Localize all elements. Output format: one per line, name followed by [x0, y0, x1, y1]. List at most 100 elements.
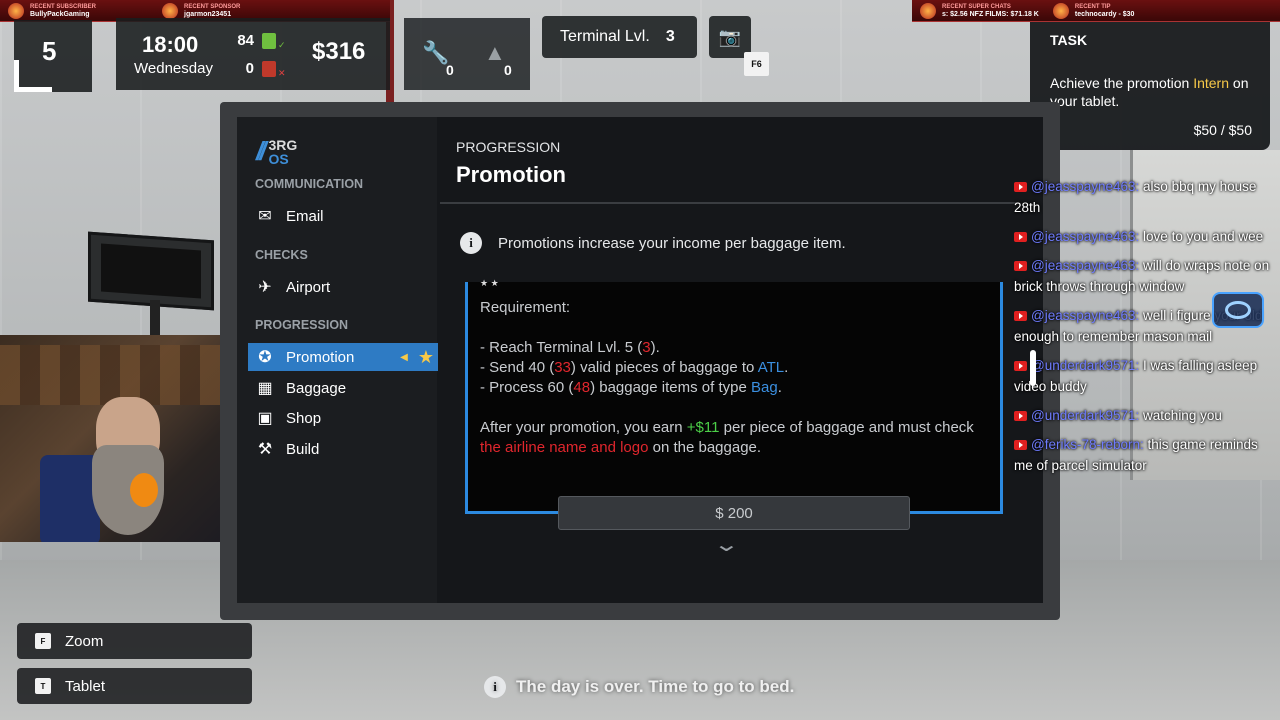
chat-message: @jeasspayne463: also bbq my house 28th — [1014, 179, 1257, 215]
os-logo: // 3RG OS — [256, 136, 297, 167]
sidebar-item-email[interactable]: ✉ Email — [248, 202, 438, 230]
microphone — [130, 473, 158, 507]
youtube-icon — [1014, 311, 1027, 322]
terminal-level-panel: Terminal Lvl. 3 — [542, 16, 697, 58]
section-checks: CHECKS — [255, 248, 308, 262]
sidebar-item-label: Build — [286, 440, 320, 458]
requirement-label: Requirement: — [480, 299, 571, 316]
content-divider — [440, 202, 1016, 204]
cross-icon: ✕ — [278, 68, 286, 78]
promotion-card[interactable]: ★ ★ Requirement: - Reach Terminal Lvl. 5… — [465, 278, 1003, 514]
tree-icon: ▲ — [484, 40, 506, 65]
wrench-count: 0 — [446, 62, 454, 78]
builder-icon: ⚒ — [257, 441, 273, 458]
rank-stars: ★ ★ — [480, 278, 499, 288]
recent-super-chats-label: RECENT SUPER CHATS — [942, 3, 1011, 10]
requirement-process: - Process 60 (48) baggage items of type … — [480, 379, 782, 396]
tablet-label: Tablet — [65, 677, 106, 695]
recent-super-chats: s: $2.56 NFZ FILMS: $71.18 K — [942, 10, 1039, 18]
sidebar-item-airport[interactable]: ✈ Airport — [248, 273, 438, 301]
youtube-icon — [1014, 411, 1027, 422]
chat-message: @jeasspayne463: will do wraps note on br… — [1014, 258, 1270, 294]
clock-panel: 18:00 Wednesday 84 ✓ 0 ✕ $316 — [116, 18, 390, 90]
airplane-icon: ✈ — [258, 279, 272, 296]
youtube-icon — [1014, 182, 1027, 193]
tools-panel: 🔧 0 ▲ 0 — [404, 18, 530, 90]
money-balance: $316 — [312, 38, 366, 65]
suitcase-icon: ▦ — [257, 380, 273, 397]
subscriber-icon — [8, 2, 24, 19]
section-progression: PROGRESSION — [255, 318, 349, 332]
info-icon: i — [484, 676, 506, 698]
clock-time: 18:00 — [142, 32, 199, 57]
page-subtitle: PROGRESSION — [456, 139, 561, 155]
info-banner: i Promotions increase your income per ba… — [460, 232, 846, 254]
recent-tip: technocardy - $30 — [1074, 10, 1135, 18]
zoom-key: F — [35, 633, 51, 649]
luggage-ok-icon — [262, 32, 276, 49]
youtube-icon — [1014, 232, 1027, 243]
recent-subscriber: BullyPackGaming — [30, 10, 90, 18]
sidebar-item-promotion[interactable]: ✪ Promotion ◀ ★ — [248, 343, 438, 371]
logo-top-text: 3RG — [268, 136, 298, 153]
luggage-bad-icon — [262, 60, 276, 77]
terminal-level-label: Terminal Lvl. — [560, 28, 650, 45]
tree-count: 0 — [504, 62, 512, 78]
stream-chat: @jeasspayne463: also bbq my house 28th @… — [1014, 176, 1276, 484]
day-number: 5 — [42, 36, 57, 66]
super-chat-icon — [920, 2, 936, 19]
day-over-notice: i The day is over. Time to go to bed. — [484, 676, 794, 698]
youtube-icon — [1014, 261, 1027, 272]
chat-message: @jeasspayne463: love to you and wee — [1014, 226, 1276, 247]
info-icon: i — [460, 232, 482, 254]
camera-icon: 📷 — [718, 26, 742, 47]
task-description: Achieve the promotion Intern on your tab… — [1050, 75, 1249, 109]
youtube-icon — [1014, 361, 1027, 372]
stream-alerts-right: RECENT SUPER CHATS s: $2.56 NFZ FILMS: $… — [912, 0, 1280, 22]
sidebar-item-label: Baggage — [286, 379, 347, 397]
zoom-label: Zoom — [65, 632, 104, 650]
task-panel: TASK Achieve the promotion Intern on you… — [1030, 22, 1270, 150]
requirement-send: - Send 40 (33) valid pieces of baggage t… — [480, 359, 789, 376]
background-kiosk — [88, 231, 214, 311]
section-communication: COMMUNICATION — [255, 177, 364, 191]
page-title: Promotion — [456, 162, 566, 187]
eye-icon[interactable] — [1212, 292, 1264, 328]
camera-keybind: F6 — [744, 52, 769, 76]
sidebar-item-label: Airport — [286, 278, 331, 296]
background-kiosk-stand — [150, 300, 160, 340]
requirement-terminal: - Reach Terminal Lvl. 5 (3). — [480, 339, 660, 356]
chat-scrollbar[interactable] — [1030, 350, 1036, 386]
sidebar-item-shop[interactable]: ▣ Shop — [248, 404, 438, 432]
task-title: TASK — [1050, 32, 1088, 48]
zoom-hint: F Zoom — [17, 623, 252, 659]
promotion-reward: After your promotion, you earn +$11 per … — [480, 419, 974, 456]
recent-tip-label: RECENT TIP — [1074, 3, 1111, 10]
recent-sponsor-label: RECENT SPONSOR — [184, 3, 241, 10]
sidebar-item-label: Email — [286, 207, 324, 225]
star-icon: ★ — [417, 346, 434, 367]
bags-ok-count: 84 — [237, 32, 254, 49]
sidebar-item-label: Shop — [286, 409, 322, 427]
badge-icon: ✪ — [258, 349, 272, 366]
sidebar-item-baggage[interactable]: ▦ Baggage — [248, 374, 438, 402]
day-over-text: The day is over. Time to go to bed. — [516, 677, 795, 696]
shopping-bag-icon: ▣ — [257, 410, 273, 427]
chevron-down-icon[interactable]: ⌄ — [713, 532, 740, 557]
youtube-icon — [1014, 440, 1027, 451]
promotion-details: Requirement: - Reach Terminal Lvl. 5 (3)… — [480, 298, 990, 458]
webcam-feed — [0, 335, 248, 542]
day-counter: 5 — [14, 20, 92, 92]
clock-weekday: Wednesday — [134, 60, 213, 77]
logo-bottom-text: OS — [268, 150, 289, 167]
logo-slash-icon: // — [256, 136, 267, 166]
task-highlight: Intern — [1193, 75, 1230, 91]
buy-promotion-button[interactable]: $ 200 — [558, 496, 910, 530]
sidebar-item-build[interactable]: ⚒ Build — [248, 435, 438, 463]
check-icon: ✓ — [278, 40, 286, 50]
arrow-left-icon: ◀ — [400, 351, 408, 363]
bags-bad-counter: 0 ✕ — [232, 58, 286, 79]
sidebar-item-label: Promotion — [286, 348, 355, 366]
tablet-hint: T Tablet — [17, 668, 252, 704]
bags-bad-count: 0 — [245, 60, 254, 77]
